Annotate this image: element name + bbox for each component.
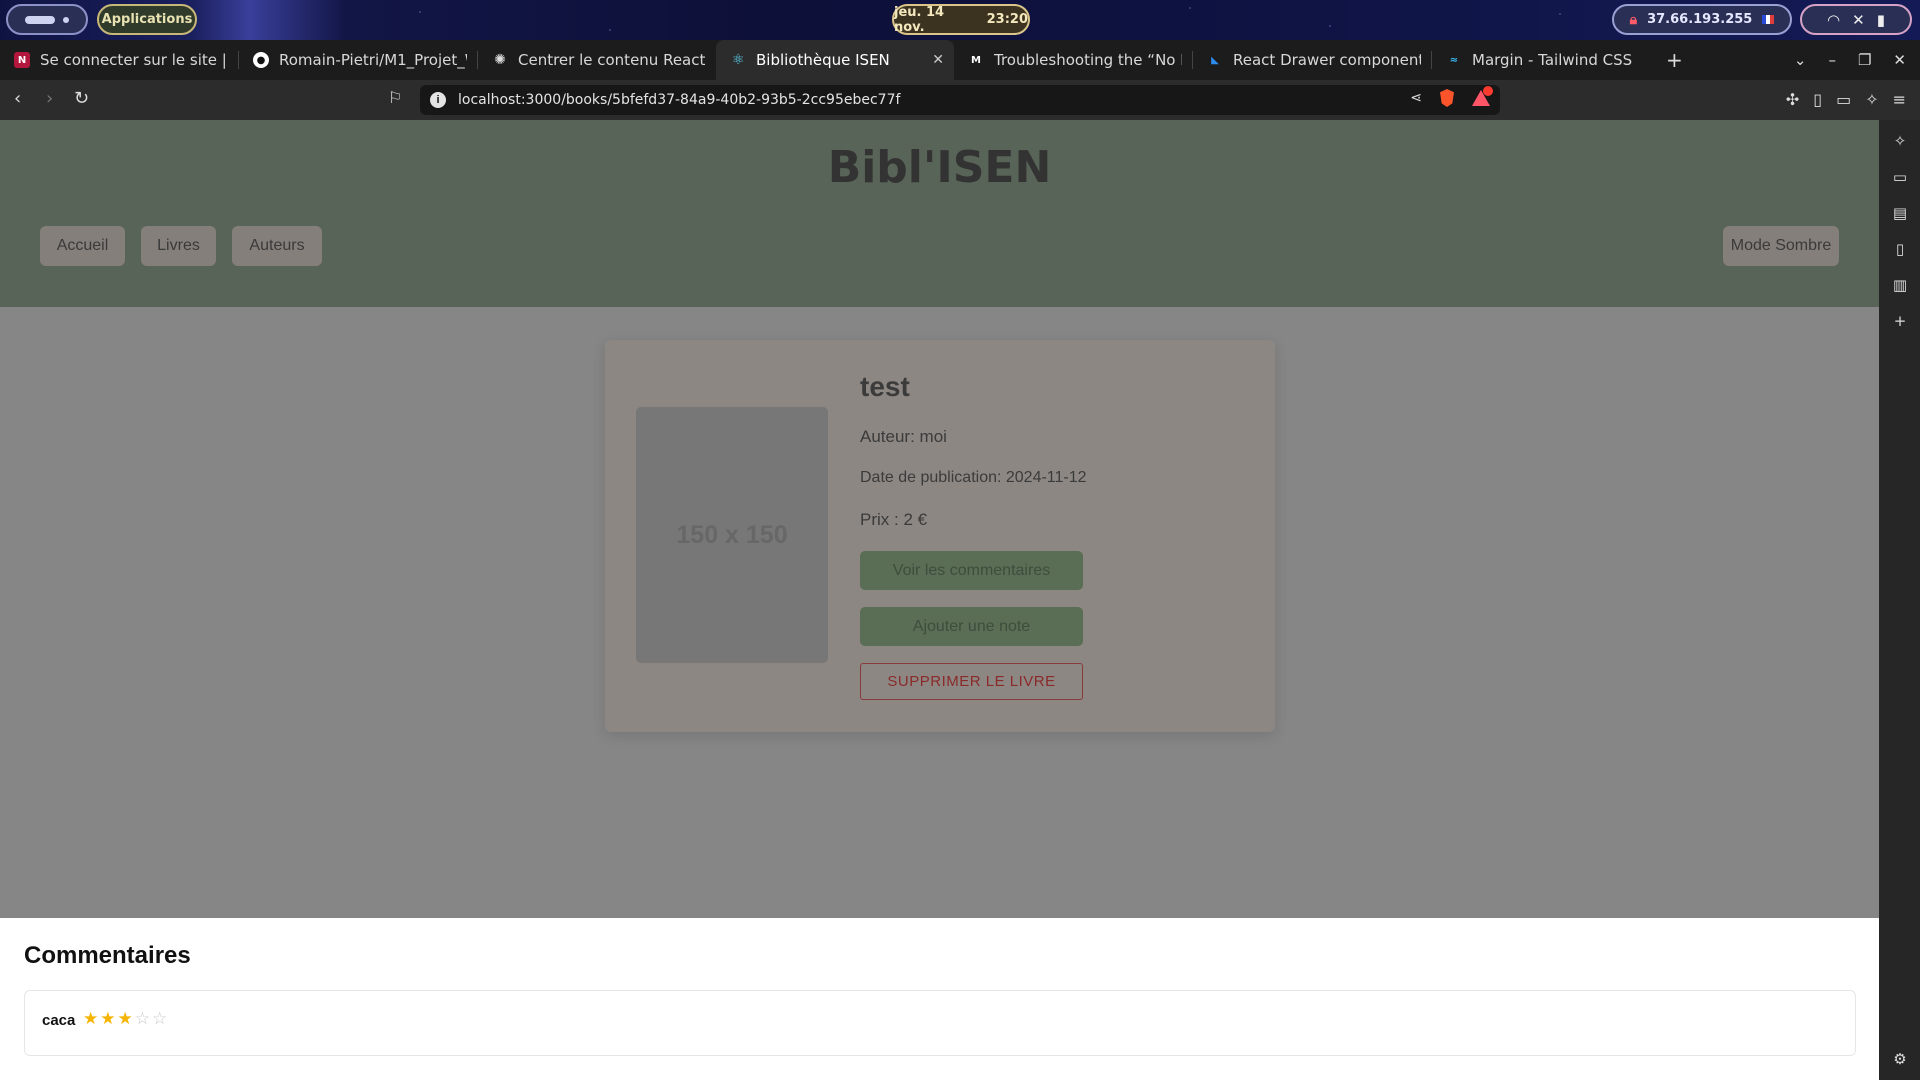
star-filled-icon: ★	[117, 1009, 133, 1029]
extensions-icon[interactable]: ✣	[1786, 90, 1799, 109]
battery-icon[interactable]: ▮	[1877, 11, 1885, 29]
address-toolbar: ‹ › ↻ ⚐ i localhost:3000/books/5bfefd37-…	[0, 80, 1920, 120]
brave-shields-icon[interactable]	[1440, 89, 1454, 107]
share-icon[interactable]: ⋖	[1410, 90, 1422, 106]
clock-date: jeu. 14 nov.	[894, 4, 945, 35]
close-tab-icon[interactable]: ✕	[920, 52, 944, 68]
star-empty-icon: ☆	[152, 1009, 168, 1029]
tab-bar: N Se connecter sur le site | JUN ● Romai…	[0, 40, 1920, 80]
brave-rewards-icon[interactable]	[1472, 86, 1493, 106]
clock[interactable]: jeu. 14 nov. 23:20	[892, 4, 1030, 35]
leo-ai-icon[interactable]: ✧	[1865, 90, 1878, 109]
book-publication-date: Date de publication: 2024-11-12	[860, 469, 1087, 486]
sidebar-toggle-icon[interactable]: ▯	[1813, 90, 1822, 109]
reading-list-icon[interactable]: ▥	[1891, 276, 1909, 294]
comments-drawer: Commentaires caca ★ ★ ★ ☆ ☆	[0, 918, 1879, 1080]
maximize-icon[interactable]: ❐	[1858, 51, 1871, 69]
tab-medium[interactable]: M Troubleshooting the “No Me	[954, 40, 1192, 80]
tab-tailwind[interactable]: ≈ Margin - Tailwind CSS	[1432, 40, 1652, 80]
system-tray[interactable]: ◠ ✕ ▮	[1800, 4, 1912, 35]
clock-time: 23:20	[986, 12, 1028, 27]
star-filled-icon: ★	[83, 1009, 99, 1029]
tab-mui[interactable]: ◣ React Drawer component - M	[1193, 40, 1431, 80]
openai-icon: ✺	[494, 52, 506, 68]
reload-icon[interactable]: ↻	[74, 88, 89, 109]
url-text: localhost:3000/books/5bfefd37-84a9-40b2-…	[458, 92, 901, 108]
bookmarks-icon[interactable]: ▯	[1891, 240, 1909, 258]
back-icon[interactable]: ‹	[14, 88, 21, 109]
menu-icon[interactable]: ≡	[1893, 90, 1906, 109]
applications-button[interactable]: Applications	[97, 4, 197, 35]
medium-icon: M	[971, 54, 981, 66]
vpn-indicator[interactable]: 🔒︎ 37.66.193.255	[1612, 4, 1792, 35]
forward-icon[interactable]: ›	[46, 88, 53, 109]
bookmark-icon[interactable]: ⚐	[388, 88, 402, 107]
minimize-icon[interactable]: –	[1828, 51, 1836, 69]
window-controls: ⌄ – ❐ ✕	[1794, 40, 1920, 80]
ip-address: 37.66.193.255	[1647, 12, 1753, 27]
nav-home-button[interactable]: Accueil	[40, 226, 125, 266]
mui-icon: ◣	[1211, 54, 1219, 66]
dark-mode-button[interactable]: Mode Sombre	[1723, 226, 1839, 266]
new-tab-button[interactable]: +	[1666, 48, 1683, 72]
book-price: Prix : 2 €	[860, 510, 928, 529]
nav-authors-button[interactable]: Auteurs	[232, 226, 322, 266]
book-title: test	[860, 371, 910, 402]
add-rating-button[interactable]: Ajouter une note	[860, 607, 1083, 646]
workspace-switcher[interactable]	[6, 4, 88, 35]
lock-icon: 🔒︎	[1629, 11, 1638, 28]
comments-heading: Commentaires	[24, 942, 191, 969]
talk-icon[interactable]: ▭	[1891, 168, 1909, 186]
wallet-icon[interactable]: ▭	[1836, 90, 1851, 109]
view-comments-button[interactable]: Voir les commentaires	[860, 551, 1083, 590]
tab-list-icon[interactable]: ⌄	[1794, 51, 1807, 69]
nav-books-button[interactable]: Livres	[141, 226, 216, 266]
site-info-icon[interactable]: i	[430, 92, 446, 108]
react-icon: ⚛	[731, 52, 745, 68]
comment-item: caca ★ ★ ★ ☆ ☆	[24, 990, 1856, 1056]
site-header: Bibl'ISEN Accueil Livres Auteurs Mode So…	[0, 120, 1879, 307]
junia-icon: N	[14, 52, 30, 68]
star-filled-icon: ★	[100, 1009, 116, 1029]
volume-muted-icon[interactable]: ✕	[1852, 11, 1865, 29]
star-empty-icon: ☆	[134, 1009, 150, 1029]
url-field[interactable]: i localhost:3000/books/5bfefd37-84a9-40b…	[420, 85, 1500, 115]
comment-rating: ★ ★ ★ ☆ ☆	[83, 1009, 167, 1029]
sidebar-settings-icon[interactable]: ⚙	[1891, 1050, 1909, 1068]
add-sidebar-item-icon[interactable]: +	[1891, 312, 1909, 330]
github-icon: ●	[253, 52, 269, 68]
comment-text: caca	[42, 1012, 76, 1029]
desktop-top-bar: Applications jeu. 14 nov. 23:20 🔒︎ 37.66…	[0, 0, 1920, 40]
tab-chatgpt[interactable]: ✺ Centrer le contenu React	[478, 40, 716, 80]
browser-tools: ✣ ▯ ▭ ✧ ≡	[1786, 90, 1906, 109]
leo-icon[interactable]: ✧	[1891, 132, 1909, 150]
book-card: 150 x 150 test Auteur: moi Date de publi…	[605, 340, 1275, 732]
close-window-icon[interactable]: ✕	[1893, 51, 1906, 69]
page-viewport: Bibl'ISEN Accueil Livres Auteurs Mode So…	[0, 120, 1879, 1080]
wifi-icon[interactable]: ◠	[1827, 11, 1840, 29]
site-title: Bibl'ISEN	[827, 142, 1052, 193]
france-flag-icon	[1762, 15, 1775, 24]
tab-junia[interactable]: N Se connecter sur le site | JUN	[0, 40, 238, 80]
book-cover-placeholder: 150 x 150	[636, 407, 828, 663]
wallet-sidebar-icon[interactable]: ▤	[1891, 204, 1909, 222]
browser-sidebar: ✧ ▭ ▤ ▯ ▥ + ⚙	[1879, 120, 1920, 1080]
book-author: Auteur: moi	[860, 427, 947, 446]
delete-book-button[interactable]: SUPPRIMER LE LIVRE	[860, 663, 1083, 700]
tailwind-icon: ≈	[1449, 54, 1459, 66]
tab-github[interactable]: ● Romain-Pietri/M1_Projet_W	[239, 40, 477, 80]
tab-bibliotheque[interactable]: ⚛ Bibliothèque ISEN ✕	[716, 40, 954, 80]
